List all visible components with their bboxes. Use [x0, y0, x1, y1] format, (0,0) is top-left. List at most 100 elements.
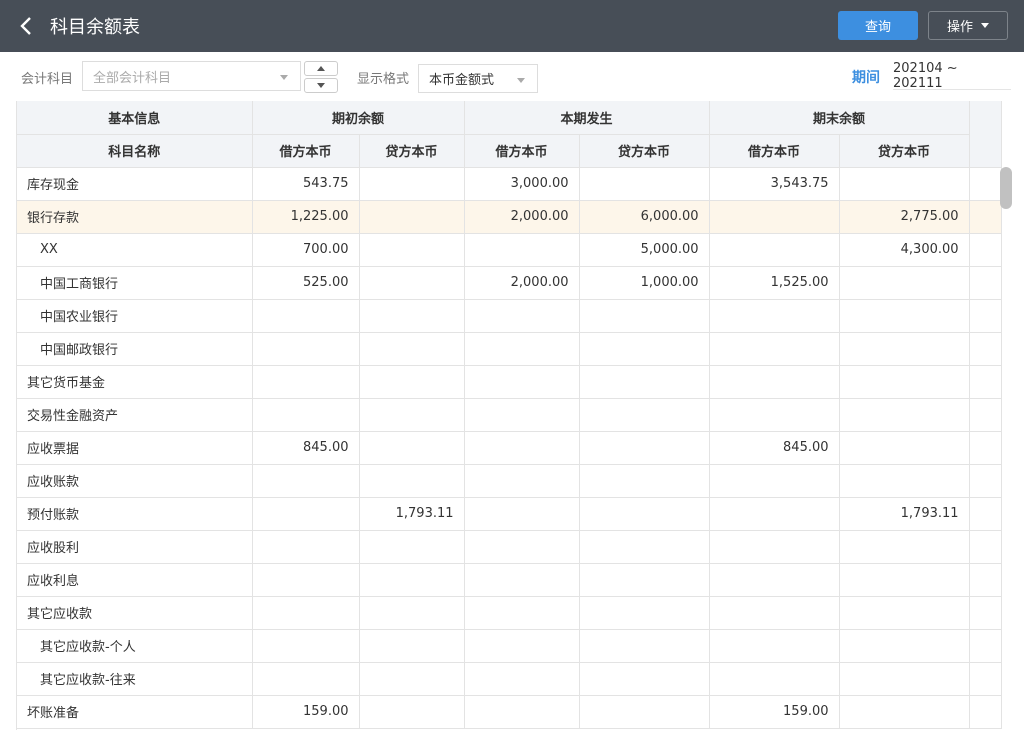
- page-title: 科目余额表: [50, 17, 140, 38]
- row-spacer: [969, 431, 1002, 465]
- subject-select[interactable]: 全部会计科目: [82, 61, 301, 91]
- column-header: 贷方本币: [839, 134, 970, 168]
- amount-cell: 159.00: [252, 695, 360, 729]
- group-header: 期初余额: [252, 101, 465, 135]
- amount-cell: 3,543.75: [709, 167, 840, 201]
- amount-cell: [359, 563, 465, 597]
- row-spacer: [969, 695, 1002, 729]
- table-row[interactable]: 应收股利: [17, 530, 1002, 564]
- amount-cell: [252, 365, 360, 399]
- amount-cell: [579, 365, 710, 399]
- chevron-down-icon: [280, 75, 288, 80]
- subject-name-cell: XX: [17, 233, 253, 267]
- query-button[interactable]: 查询: [838, 11, 918, 40]
- amount-cell: [252, 629, 360, 663]
- table-row[interactable]: XX 700.00 5,000.00 4,300.00: [17, 233, 1002, 267]
- table-row[interactable]: 银行存款 1,225.00 2,000.00 6,000.00 2,775.00: [17, 200, 1002, 234]
- filter-bar: 会计科目 全部会计科目 显示格式 本币金额式 期间 202104 ~ 20211…: [0, 52, 1024, 102]
- amount-cell: [464, 662, 580, 696]
- amount-cell: 543.75: [252, 167, 360, 201]
- amount-cell: [464, 695, 580, 729]
- column-header: 科目名称: [17, 134, 253, 168]
- amount-cell: [464, 629, 580, 663]
- amount-cell: [464, 497, 580, 531]
- step-up-button[interactable]: [304, 61, 338, 76]
- amount-cell: [464, 431, 580, 465]
- vertical-scrollbar[interactable]: [1000, 167, 1012, 209]
- amount-cell: [709, 662, 840, 696]
- column-header: 借方本币: [252, 134, 360, 168]
- amount-cell: [464, 233, 580, 267]
- amount-cell: [839, 662, 970, 696]
- amount-cell: [839, 431, 970, 465]
- subject-stepper: [304, 61, 338, 93]
- amount-cell: [839, 596, 970, 630]
- group-header: 期末余额: [709, 101, 970, 135]
- amount-cell: [464, 365, 580, 399]
- balance-table: 基本信息 期初余额 本期发生 期末余额 科目名称 借方本币 贷方本币 借方本币 …: [16, 101, 1014, 730]
- amount-cell: 845.00: [709, 431, 840, 465]
- amount-cell: [709, 398, 840, 432]
- amount-cell: [839, 266, 970, 300]
- amount-cell: [464, 563, 580, 597]
- column-header: 贷方本币: [359, 134, 465, 168]
- row-spacer: [969, 629, 1002, 663]
- table-row[interactable]: 预付账款 1,793.11 1,793.11: [17, 497, 1002, 531]
- table-row[interactable]: 库存现金 543.75 3,000.00 3,543.75: [17, 167, 1002, 201]
- subject-label: 会计科目: [21, 72, 74, 87]
- table-row[interactable]: 其它应收款-往来: [17, 662, 1002, 696]
- amount-cell: [839, 464, 970, 498]
- row-spacer: [969, 662, 1002, 696]
- operations-button[interactable]: 操作: [928, 11, 1008, 40]
- amount-cell: 1,525.00: [709, 266, 840, 300]
- table-row[interactable]: 其它应收款: [17, 596, 1002, 630]
- table-row[interactable]: 其它货币基金: [17, 365, 1002, 399]
- amount-cell: [839, 629, 970, 663]
- amount-cell: [839, 530, 970, 564]
- table-row[interactable]: 应收利息: [17, 563, 1002, 597]
- amount-cell: [359, 365, 465, 399]
- subject-name-cell: 其它货币基金: [17, 365, 253, 399]
- amount-cell: [359, 266, 465, 300]
- amount-cell: [359, 299, 465, 333]
- amount-cell: 1,225.00: [252, 200, 360, 234]
- amount-cell: 3,000.00: [464, 167, 580, 201]
- amount-cell: [709, 365, 840, 399]
- subject-name-cell: 预付账款: [17, 497, 253, 531]
- amount-cell: 845.00: [252, 431, 360, 465]
- column-header: 借方本币: [709, 134, 840, 168]
- amount-cell: [579, 464, 710, 498]
- amount-cell: 2,000.00: [464, 266, 580, 300]
- subject-name-cell: 中国农业银行: [17, 299, 253, 333]
- table-row[interactable]: 坏账准备 159.00 159.00: [17, 695, 1002, 729]
- amount-cell: [579, 167, 710, 201]
- format-select[interactable]: 本币金额式: [418, 64, 538, 93]
- table-row[interactable]: 应收账款: [17, 464, 1002, 498]
- table-row[interactable]: 中国工商银行 525.00 2,000.00 1,000.00 1,525.00: [17, 266, 1002, 300]
- amount-cell: [709, 200, 840, 234]
- amount-cell: [579, 596, 710, 630]
- amount-cell: [359, 200, 465, 234]
- row-spacer: [969, 233, 1002, 267]
- table-row[interactable]: 中国邮政银行: [17, 332, 1002, 366]
- table-row[interactable]: 应收票据 845.00 845.00: [17, 431, 1002, 465]
- amount-cell: [709, 563, 840, 597]
- row-spacer: [969, 464, 1002, 498]
- subject-name-cell: 其它应收款-个人: [17, 629, 253, 663]
- table-row[interactable]: 交易性金融资产: [17, 398, 1002, 432]
- amount-cell: [359, 167, 465, 201]
- amount-cell: [359, 233, 465, 267]
- table-row[interactable]: 其它应收款-个人: [17, 629, 1002, 663]
- period-field[interactable]: 202104 ~ 202111: [893, 61, 1011, 91]
- column-header: 借方本币: [464, 134, 580, 168]
- table-row[interactable]: 中国农业银行: [17, 299, 1002, 333]
- back-icon[interactable]: [8, 0, 44, 52]
- sub-header-row: 科目名称 借方本币 贷方本币 借方本币 贷方本币 借方本币 贷方本币: [17, 134, 1001, 168]
- amount-cell: [709, 530, 840, 564]
- amount-cell: [359, 629, 465, 663]
- amount-cell: [252, 662, 360, 696]
- step-down-button[interactable]: [304, 78, 338, 93]
- row-spacer: [969, 596, 1002, 630]
- amount-cell: [579, 530, 710, 564]
- row-spacer: [969, 497, 1002, 531]
